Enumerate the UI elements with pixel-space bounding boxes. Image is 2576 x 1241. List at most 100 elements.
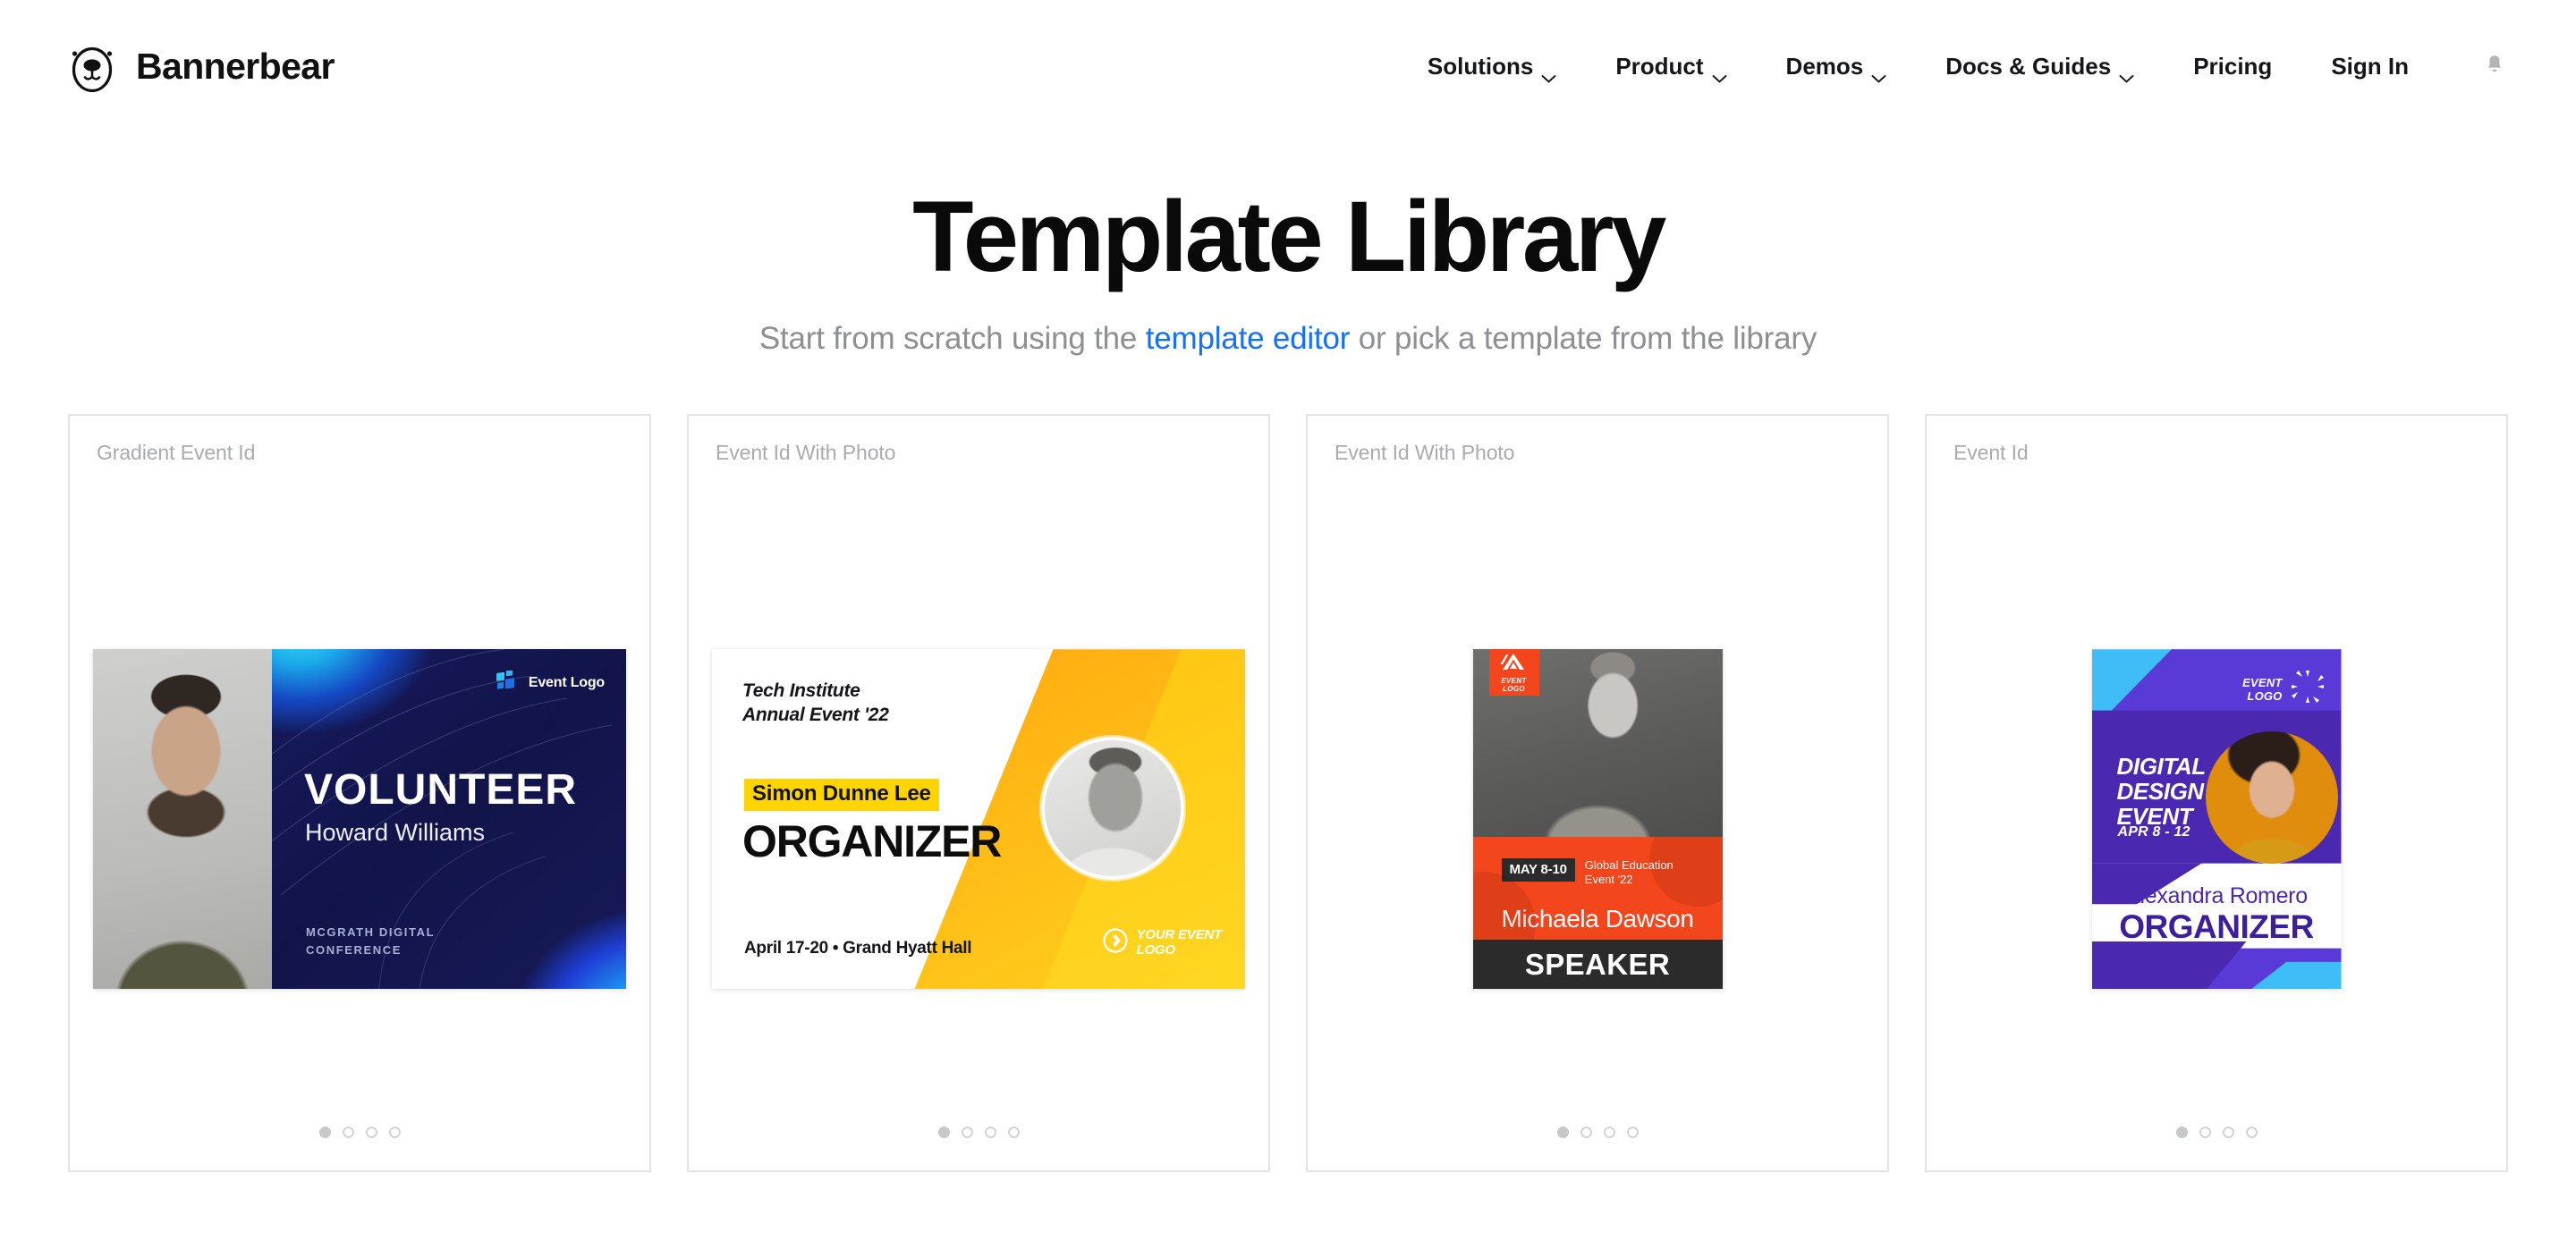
hero-section: Template Library Start from scratch usin… [0,132,2576,357]
role-text: ORGANIZER [2119,908,2314,946]
carousel-dot-2[interactable] [961,1126,973,1138]
carousel-dot-2[interactable] [2199,1126,2211,1138]
card-preview: EVENT LOGO DIGITAL DESIGN EVENT APR 8 - … [1927,465,2506,1170]
speaker-photo [93,649,272,990]
person-name: Howard Williams [305,819,486,847]
chevron-down-icon [1541,62,1556,83]
nav-label-docs-guides: Docs & Guides [1945,52,2112,80]
template-preview-event-id-with-photo-2: EVENT LOGO MAY 8-10 Global Education Eve… [1472,649,1723,990]
card-preview: Tech Institute Annual Event '22 Simon Du… [689,465,1268,1170]
nav-item-pricing[interactable]: Pricing [2164,53,2301,80]
carousel-dot-1[interactable] [937,1126,950,1138]
template-editor-link[interactable]: template editor [1146,321,1351,356]
event-logo-icon [1102,927,1129,958]
event-logo-icon [2290,669,2326,709]
badge-line-2: LOGO [1503,684,1525,693]
carousel-dot-2[interactable] [1580,1126,1592,1138]
carousel-dots[interactable] [70,1126,649,1138]
template-preview-event-id-with-photo-1: Tech Institute Annual Event '22 Simon Du… [712,649,1245,990]
event-logo-text: EVENT LOGO [2242,676,2282,703]
nav-label-demos: Demos [1785,52,1864,80]
template-card-event-id-with-photo-1[interactable]: Event Id With Photo Tech Institute Annua… [687,413,1270,1172]
subtitle-line-1: Global Education [1584,858,1674,873]
site-header: Bannerbear Solutions Product Demos Docs … [0,0,2576,132]
card-title: Event Id [1953,440,2029,464]
conference-line-1: MCGRATH DIGITAL [306,925,436,940]
logo-line-2: LOGO [1136,941,1175,958]
carousel-dot-4[interactable] [2245,1126,2258,1138]
carousel-dot-2[interactable] [342,1126,354,1138]
title-line-1: DIGITAL [2116,753,2207,781]
chevron-down-icon [1871,62,1886,83]
date-badge: MAY 8-10 [1501,858,1575,882]
carousel-dot-1[interactable] [1556,1126,1569,1138]
carousel-dots[interactable] [1308,1126,1887,1138]
page-subtitle: Start from scratch using the template ed… [0,321,2576,357]
role-panel: SPEAKER [1472,940,1723,990]
carousel-dot-3[interactable] [1603,1126,1615,1138]
main-navigation: Solutions Product Demos Docs & Guides Pr [1398,52,2512,83]
title-line-2: DESIGN [2116,778,2205,806]
card-title: Event Id With Photo [1335,440,1515,464]
event-line-1: Tech Institute [742,680,860,702]
nav-item-docs-guides[interactable]: Docs & Guides [1916,52,2164,83]
bell-icon [2485,54,2504,80]
carousel-dot-3[interactable] [365,1126,377,1138]
nav-label-solutions: Solutions [1427,52,1534,80]
event-logo: Event Logo [496,669,605,696]
nav-item-solutions[interactable]: Solutions [1398,52,1586,83]
speaker-avatar [1041,737,1184,881]
event-logo: EVENT LOGO [2242,669,2325,709]
date-row: MAY 8-10 Global Education Event '22 [1501,858,1674,886]
carousel-dot-4[interactable] [388,1126,401,1138]
subtitle-text-after: or pick a template from the library [1350,320,1818,356]
nav-label-product: Product [1615,52,1704,80]
event-logo-text: YOUR EVENT LOGO [1136,927,1222,958]
card-preview: Event Logo VOLUNTEER Howard Williams MCG… [70,465,649,1170]
logo-line-2: LOGO [2247,688,2283,703]
event-logo-icon [1499,653,1530,675]
event-logo-icon [496,669,521,696]
template-card-gradient-event-id[interactable]: Gradient Event Id Event Logo VOLUNTEER H… [68,413,651,1172]
subtitle-text-before: Start from scratch using the [758,320,1146,356]
conference-name: MCGRATH DIGITAL CONFERENCE [306,924,435,958]
chevron-down-icon [2119,62,2134,83]
carousel-dots[interactable] [689,1126,1268,1138]
person-name: Michaela Dawson [1501,905,1694,933]
badge-line-1: EVENT [1501,676,1527,685]
nav-item-product[interactable]: Product [1586,52,1756,83]
template-grid: Gradient Event Id Event Logo VOLUNTEER H… [0,413,2576,1172]
event-logo-text: EVENT LOGO [1501,677,1526,693]
logo-line-1: EVENT [2242,675,2283,689]
brand-logo[interactable]: Bannerbear [68,40,335,93]
speaker-photo [2205,731,2338,865]
nav-item-sign-in[interactable]: Sign In [2301,53,2438,80]
event-logo: YOUR EVENT LOGO [1102,927,1222,958]
carousel-dot-3[interactable] [984,1126,996,1138]
carousel-dot-1[interactable] [318,1126,331,1138]
event-line-2: Annual Event '22 [742,705,889,726]
date-text: APR 8 - 12 [2117,824,2190,840]
card-title: Gradient Event Id [97,440,256,464]
carousel-dot-4[interactable] [1007,1126,1020,1138]
template-card-event-id[interactable]: Event Id EVENT LOGO DIGITAL DESIGN EVENT… [1925,413,2508,1172]
person-name: Simon Dunne Lee [744,779,939,812]
event-title: DIGITAL DESIGN EVENT [2116,753,2207,829]
bear-head-icon [68,40,116,93]
carousel-dot-4[interactable] [1626,1126,1639,1138]
role-text: VOLUNTEER [304,766,578,815]
carousel-dots[interactable] [1927,1126,2506,1138]
role-text: ORGANIZER [742,816,1002,867]
nav-label-pricing: Pricing [2193,52,2273,80]
carousel-dot-3[interactable] [2222,1126,2234,1138]
notifications-button[interactable] [2438,54,2512,80]
carousel-dot-1[interactable] [2175,1126,2188,1138]
page-title: Template Library [912,181,1666,292]
template-preview-gradient-event-id: Event Logo VOLUNTEER Howard Williams MCG… [93,649,626,990]
gradient-panel: Event Logo VOLUNTEER Howard Williams MCG… [272,649,626,990]
chevron-down-icon [1712,62,1727,83]
subtitle-line-2: Event '22 [1584,872,1633,886]
person-name: Alexandra Romero [2125,883,2308,909]
nav-item-demos[interactable]: Demos [1757,52,1917,83]
template-card-event-id-with-photo-2[interactable]: Event Id With Photo EVENT LOGO MAY 8-10 … [1306,413,1889,1172]
